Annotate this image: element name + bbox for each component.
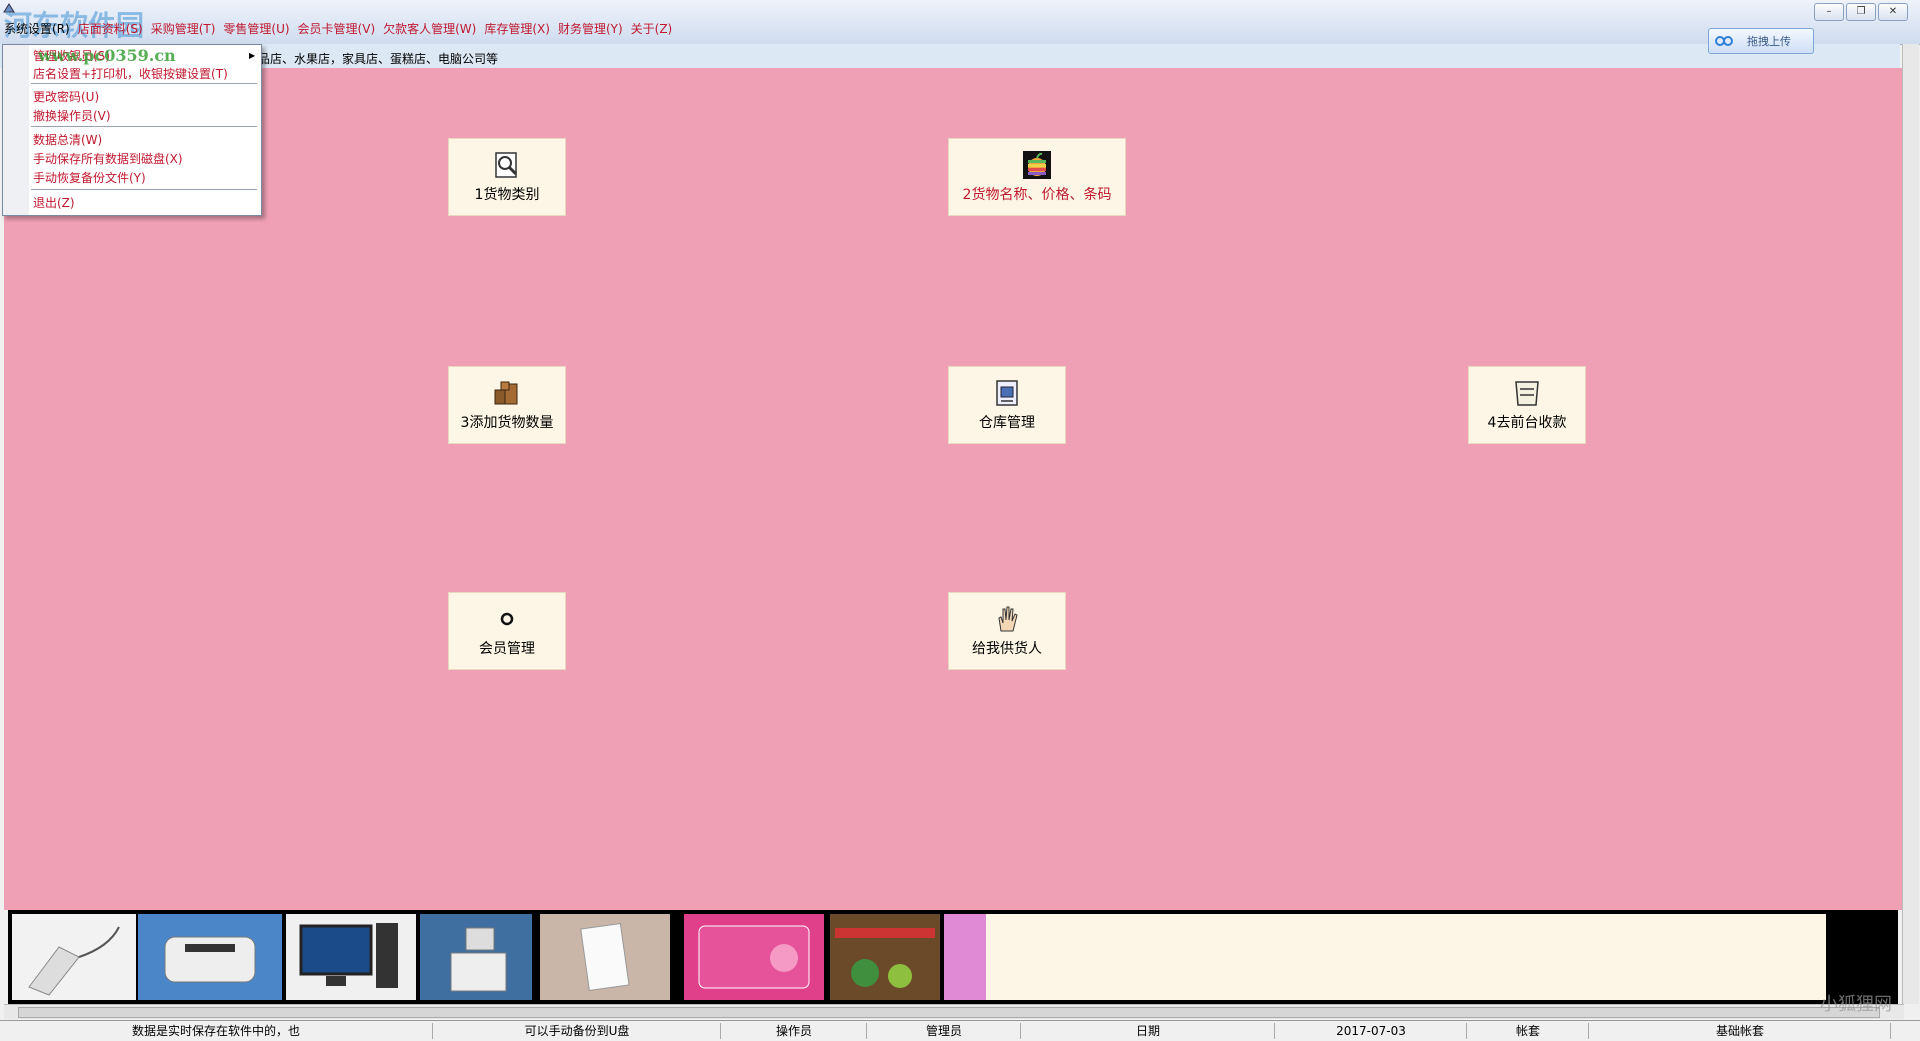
drag-upload-button[interactable]: 拖拽上传 — [1708, 28, 1814, 54]
menu-store-printer-settings[interactable]: 店名设置+打印机，收银按键设置(T) — [33, 65, 228, 82]
tile-member-label: 会员管理 — [479, 641, 535, 657]
tile-goods-category[interactable]: 1货物类别 — [448, 138, 566, 216]
status-date-label: 日期 — [1022, 1023, 1275, 1039]
computer-monitor-image — [286, 914, 416, 1000]
menu-save-to-disk[interactable]: 手动保存所有数据到磁盘(X) — [33, 150, 183, 167]
pos-terminal-image — [420, 914, 532, 1000]
menu-finance[interactable]: 财务管理(Y) — [558, 20, 623, 37]
read-me-paper-icon — [1512, 378, 1542, 408]
ring-icon — [492, 604, 522, 634]
supermarket-shelf-image — [830, 914, 940, 1000]
horizontal-scroll-thumb[interactable] — [18, 1007, 1880, 1018]
vertical-scrollbar[interactable] — [1902, 44, 1919, 1004]
corner-watermark: 小狐狸网 — [1820, 994, 1892, 1015]
menu-purchase[interactable]: 采购管理(T) — [151, 20, 216, 37]
tile-member-management[interactable]: 会员管理 — [448, 592, 566, 670]
status-date-value: 2017-07-03 — [1276, 1023, 1467, 1039]
window-controls: – ❐ ✕ — [1814, 3, 1908, 21]
status-note-2: 可以手动备份到U盘 — [434, 1023, 721, 1039]
menu-member-card[interactable]: 会员卡管理(V) — [298, 20, 376, 37]
tile-cashier-label: 4去前台收款 — [1487, 415, 1567, 431]
tile-supplier[interactable]: 给我供货人 — [948, 592, 1066, 670]
menu-clear-all-data[interactable]: 数据总清(W) — [33, 131, 102, 148]
tile-add-goods-label: 3添加货物数量 — [460, 415, 554, 431]
ticker-panel — [986, 914, 1829, 1000]
receipt-printer-image — [138, 914, 282, 1000]
menu-bar: 河东软件园 系统设置(R) 店面资料(S) 采购管理(T) 零售管理(U) 会员… — [0, 0, 1920, 45]
menu-debtors[interactable]: 欠款客人管理(W) — [383, 20, 476, 37]
menu-exit[interactable]: 退出(Z) — [33, 194, 75, 211]
subtitle-bar: 品店、水果店，家具店、蛋糕店、电脑公司等 — [0, 44, 1900, 68]
tile-add-goods-quantity[interactable]: 3添加货物数量 — [448, 366, 566, 444]
tile-goods-name-price-barcode[interactable]: 2货物名称、价格、条码 — [948, 138, 1126, 216]
menu-store-info[interactable]: 店面资料(S) — [78, 20, 143, 37]
submenu-arrow-icon: ▶ — [249, 51, 256, 60]
product-image-strip — [8, 910, 1898, 1004]
apple-logo-icon — [1022, 150, 1052, 180]
menu-restore-backup[interactable]: 手动恢复备份文件(Y) — [33, 169, 146, 186]
dropdown-separator — [31, 83, 257, 84]
menu-system[interactable]: 系统设置(R) — [4, 20, 70, 37]
status-account-value: 基础帐套 — [1590, 1023, 1891, 1039]
menu-switch-operator[interactable]: 撤换操作员(V) — [33, 107, 111, 124]
tile-go-to-cashier[interactable]: 4去前台收款 — [1468, 366, 1586, 444]
barcode-scanner-image — [12, 914, 136, 1000]
dropdown-gutter — [3, 45, 29, 215]
cloud-icon — [1715, 33, 1737, 49]
tile-warehouse-management[interactable]: 仓库管理 — [948, 366, 1066, 444]
status-operator-value: 管理员 — [868, 1023, 1021, 1039]
status-account-label: 帐套 — [1468, 1023, 1589, 1039]
shopping-card-image — [684, 914, 824, 1000]
close-button[interactable]: ✕ — [1878, 3, 1908, 21]
minimize-button[interactable]: – — [1814, 3, 1844, 21]
hand-icon — [992, 604, 1022, 634]
boxes-icon — [492, 378, 522, 408]
restore-button[interactable]: ❐ — [1846, 3, 1876, 21]
store-types-subtitle: 品店、水果店，家具店、蛋糕店、电脑公司等 — [258, 52, 499, 66]
warehouse-document-icon — [992, 378, 1022, 408]
tile-goods-category-label: 1货物类别 — [474, 187, 540, 203]
menu-items: 系统设置(R) 店面资料(S) 采购管理(T) 零售管理(U) 会员卡管理(V)… — [4, 20, 672, 37]
menu-inventory[interactable]: 库存管理(X) — [484, 20, 550, 37]
status-note-1: 数据是实时保存在软件中的，也 — [0, 1023, 433, 1039]
receipt-in-hand-image — [540, 914, 670, 1000]
menu-about[interactable]: 关于(Z) — [631, 20, 673, 37]
strip-spacer — [944, 914, 986, 1000]
system-menu-dropdown: 管理收银员(S) ▶ 店名设置+打印机，收银按键设置(T) 更改密码(U) 撤换… — [2, 44, 262, 216]
tile-supplier-label: 给我供货人 — [972, 641, 1042, 657]
magnifier-document-icon — [492, 150, 522, 180]
dropdown-separator — [31, 189, 257, 190]
horizontal-scrollbar[interactable] — [4, 1004, 1904, 1019]
status-operator-label: 操作员 — [722, 1023, 867, 1039]
tile-warehouse-label: 仓库管理 — [979, 415, 1035, 431]
dropdown-separator — [31, 126, 257, 127]
status-bar: 数据是实时保存在软件中的，也 可以手动备份到U盘 操作员 管理员 日期 2017… — [0, 1020, 1920, 1041]
watermark-url: www.pc0359.cn — [38, 46, 176, 65]
menu-retail[interactable]: 零售管理(U) — [223, 20, 289, 37]
tile-goods-name-label: 2货物名称、价格、条码 — [962, 187, 1112, 203]
menu-change-password[interactable]: 更改密码(U) — [33, 88, 99, 105]
main-workspace: 1货物类别 2货物名称、价格、条码 3添加货物数量 仓库管理 4去前台收款 会员… — [4, 68, 1902, 910]
drag-upload-label: 拖拽上传 — [1747, 35, 1791, 48]
